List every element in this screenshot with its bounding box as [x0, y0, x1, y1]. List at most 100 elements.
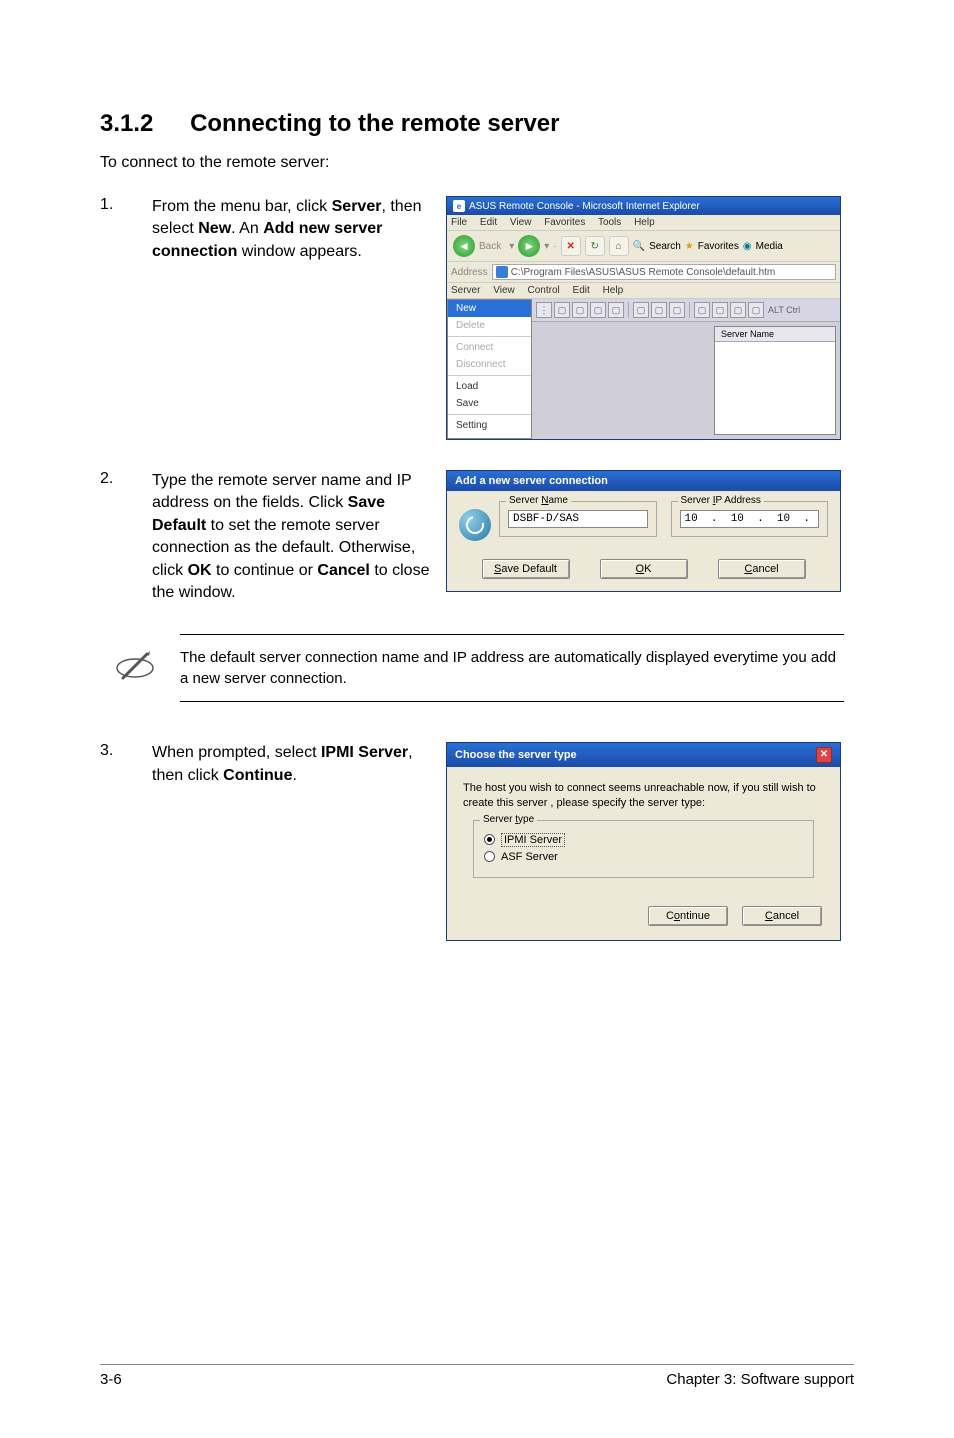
arc-menu-edit[interactable]: Edit — [573, 285, 590, 296]
media-label[interactable]: Media — [756, 241, 783, 252]
toolbar-icon[interactable]: ▢ — [651, 302, 667, 318]
toolbar-icon[interactable]: ▢ — [572, 302, 588, 318]
arc-menubar[interactable]: Server View Control Edit Help — [447, 283, 840, 299]
toolbar-icon[interactable]: ▢ — [669, 302, 685, 318]
dialog3-titlebar: Choose the server type ✕ — [447, 743, 840, 767]
search-label[interactable]: Search — [649, 241, 681, 252]
dialog-title: Add a new server connection — [447, 471, 840, 491]
menu-item-load[interactable]: Load — [448, 378, 531, 395]
intro-text: To connect to the remote server: — [100, 154, 854, 172]
screenshot-choose-server-type-dialog: Choose the server type ✕ The host you wi… — [446, 742, 841, 941]
server-list-panel: Server Name — [714, 326, 836, 435]
search-icon[interactable]: 🔍 — [633, 241, 645, 252]
home-icon[interactable]: ⌂ — [609, 236, 629, 256]
screenshot-add-connection-dialog: Add a new server connection Server Name … — [446, 470, 841, 592]
close-icon[interactable]: ✕ — [816, 747, 832, 763]
radio-ipmi[interactable]: IPMI Server — [484, 833, 803, 847]
menu-separator — [448, 375, 531, 376]
menu-favorites[interactable]: Favorites — [544, 217, 585, 228]
menu-view[interactable]: View — [510, 217, 532, 228]
ie-toolbar: ◄ Back ▾ ► ▾ · ✕ ↻ ⌂ 🔍 Search ★ Favorite… — [447, 231, 840, 262]
note-text: The default server connection name and I… — [180, 634, 844, 702]
window-title: ASUS Remote Console - Microsoft Internet… — [469, 201, 700, 212]
address-input[interactable]: C:\Program Files\ASUS\ASUS Remote Consol… — [492, 264, 836, 280]
forward-button-icon[interactable]: ► — [518, 235, 540, 257]
cancel-button[interactable]: Cancel — [718, 559, 806, 579]
server-ip-group: Server IP Address — [671, 501, 829, 537]
media-icon[interactable]: ◉ — [743, 241, 752, 252]
menu-separator — [448, 414, 531, 415]
toolbar-separator — [628, 302, 629, 318]
toolbar-icon[interactable]: ▢ — [748, 302, 764, 318]
step-2-number: 2. — [100, 470, 138, 488]
grip-icon: ⋮ — [536, 302, 552, 318]
toolbar-separator — [689, 302, 690, 318]
step-3-text: When prompted, select IPMI Server, then … — [152, 742, 432, 787]
refresh-icon[interactable]: ↻ — [585, 236, 605, 256]
step-1-text: From the menu bar, click Server, then se… — [152, 196, 432, 263]
server-menu-dropdown[interactable]: New Delete Connect Disconnect Load Save … — [447, 299, 532, 439]
page-number: 3-6 — [100, 1371, 122, 1388]
menu-help[interactable]: Help — [634, 217, 655, 228]
address-bar: Address C:\Program Files\ASUS\ASUS Remot… — [447, 262, 840, 283]
alt-ctrl-label: ALT Ctrl — [768, 305, 800, 315]
page-footer: 3-6 Chapter 3: Software support — [100, 1364, 854, 1388]
server-name-label: Server Name — [506, 495, 571, 506]
server-ip-label: Server IP Address — [678, 495, 764, 506]
step-2-text: Type the remote server name and IP addre… — [152, 470, 432, 604]
connection-icon — [459, 509, 491, 541]
section-title: Connecting to the remote server — [190, 110, 559, 137]
arc-menu-server[interactable]: Server — [451, 285, 480, 296]
ie-menubar[interactable]: File Edit View Favorites Tools Help — [447, 215, 840, 231]
server-name-input[interactable] — [508, 510, 648, 528]
server-type-legend: Server type — [480, 814, 537, 825]
save-default-button[interactable]: Save Default — [482, 559, 570, 579]
radio-icon — [484, 834, 495, 845]
menu-item-setting[interactable]: Setting — [448, 417, 531, 434]
arc-content-area — [532, 322, 710, 439]
step-1: 1. From the menu bar, click Server, then… — [100, 196, 854, 440]
step-2: 2. Type the remote server name and IP ad… — [100, 470, 854, 604]
menu-file[interactable]: File — [451, 217, 467, 228]
note-icon — [110, 648, 160, 688]
menu-tools[interactable]: Tools — [598, 217, 621, 228]
section-heading: 3.1.2 Connecting to the remote server — [100, 110, 854, 138]
menu-item-new[interactable]: New — [448, 300, 531, 317]
stop-icon[interactable]: ✕ — [561, 236, 581, 256]
ie-logo-icon: e — [453, 200, 465, 212]
arc-menu-control[interactable]: Control — [528, 285, 560, 296]
ok-button[interactable]: OK — [600, 559, 688, 579]
dialog3-title: Choose the server type — [455, 749, 577, 761]
arc-toolbar: ⋮ ▢ ▢ ▢ ▢ ▢ ▢ ▢ — [532, 299, 840, 322]
toolbar-icon[interactable]: ▢ — [633, 302, 649, 318]
server-name-group: Server Name — [499, 501, 657, 537]
toolbar-icon[interactable]: ▢ — [712, 302, 728, 318]
toolbar-icon[interactable]: ▢ — [608, 302, 624, 318]
favorites-icon[interactable]: ★ — [685, 241, 694, 252]
arc-menu-view[interactable]: View — [493, 285, 515, 296]
radio-asf-label: ASF Server — [501, 851, 558, 863]
address-label: Address — [451, 267, 488, 278]
menu-item-delete[interactable]: Delete — [448, 317, 531, 334]
step-3-number: 3. — [100, 742, 138, 760]
server-ip-input[interactable] — [680, 510, 820, 528]
arc-menu-help[interactable]: Help — [603, 285, 624, 296]
step-3: 3. When prompted, select IPMI Server, th… — [100, 742, 854, 941]
toolbar-icon[interactable]: ▢ — [730, 302, 746, 318]
cancel-button[interactable]: Cancel — [742, 906, 822, 926]
continue-button[interactable]: Continue — [648, 906, 728, 926]
toolbar-icon[interactable]: ▢ — [590, 302, 606, 318]
menu-edit[interactable]: Edit — [480, 217, 497, 228]
back-button-label[interactable]: Back — [479, 241, 501, 252]
toolbar-icon[interactable]: ▢ — [554, 302, 570, 318]
radio-asf[interactable]: ASF Server — [484, 851, 803, 863]
server-type-group: Server type IPMI Server ASF Server — [473, 820, 814, 878]
menu-item-save[interactable]: Save — [448, 395, 531, 412]
toolbar-icon[interactable]: ▢ — [694, 302, 710, 318]
favorites-label[interactable]: Favorites — [698, 241, 739, 252]
screenshot-ie-window: e ASUS Remote Console - Microsoft Intern… — [446, 196, 841, 440]
back-button-icon[interactable]: ◄ — [453, 235, 475, 257]
menu-item-disconnect[interactable]: Disconnect — [448, 356, 531, 373]
radio-ipmi-label: IPMI Server — [501, 833, 565, 847]
menu-item-connect[interactable]: Connect — [448, 339, 531, 356]
